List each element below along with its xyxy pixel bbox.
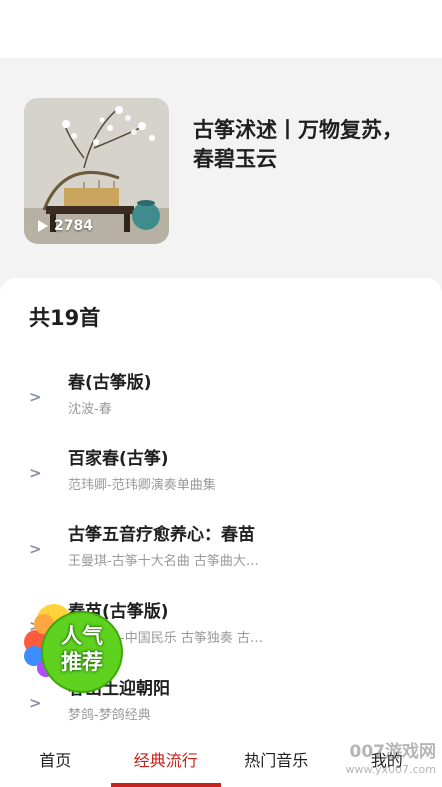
chevron-right-icon: > xyxy=(29,464,42,482)
song-item[interactable]: > 古筝五音疗愈养心：春苗 王曼琪-古筝十大名曲 古筝曲大… xyxy=(0,520,442,590)
tab-hot-music[interactable]: 热门音乐 xyxy=(221,728,332,787)
play-count: 2784 xyxy=(38,218,93,234)
watermark-main: 007游戏网 xyxy=(349,742,437,762)
chevron-right-icon: > xyxy=(29,694,42,712)
playlist-cover[interactable]: 2784 xyxy=(24,98,169,244)
song-count: 共19首 xyxy=(29,306,101,330)
tab-classic-pop[interactable]: 经典流行 xyxy=(110,728,222,787)
status-bar xyxy=(0,0,442,58)
chevron-right-icon: > xyxy=(29,388,42,406)
active-tab-indicator xyxy=(110,783,221,787)
watermark-url: www.yx007.com xyxy=(345,763,436,776)
playlist-title: 古筝沭述丨万物复苏，春碧玉云 xyxy=(193,118,403,171)
song-artist-album: 王曼琪-古筝十大名曲 古筝曲大… xyxy=(68,554,259,569)
tab-label: 经典流行 xyxy=(133,751,198,770)
tab-label: 首页 xyxy=(39,751,72,770)
site-watermark: 007游戏网 www.yx007.com xyxy=(346,743,436,779)
song-name: 春(古筝版) xyxy=(68,373,152,393)
popular-recommend-badge[interactable]: 人气 推荐 xyxy=(24,598,124,694)
play-count-value: 2784 xyxy=(54,218,93,234)
song-name: 古筝五音疗愈养心：春苗 xyxy=(68,525,255,545)
badge-line2: 推荐 xyxy=(61,650,103,674)
song-item[interactable]: > 百家春(古筝) 范玮卿-范玮卿演奏单曲集 xyxy=(0,444,442,514)
play-icon xyxy=(38,220,48,232)
badge-line1: 人气 xyxy=(61,624,103,648)
tab-label: 热门音乐 xyxy=(244,751,309,770)
badge-text: 人气 推荐 xyxy=(42,623,122,675)
tab-home[interactable]: 首页 xyxy=(0,728,111,787)
song-name: 百家春(古筝) xyxy=(68,449,169,469)
song-item[interactable]: > 春(古筝版) 沈波-春 xyxy=(0,368,442,438)
song-artist-album: 范玮卿-范玮卿演奏单曲集 xyxy=(68,478,216,493)
song-artist-album: 梦鸽-梦鸽经典 xyxy=(68,708,151,723)
song-artist-album: 沈波-春 xyxy=(68,402,112,417)
playlist-header: 2784 古筝沭述丨万物复苏，春碧玉云 xyxy=(0,58,442,290)
chevron-right-icon: > xyxy=(29,540,42,558)
